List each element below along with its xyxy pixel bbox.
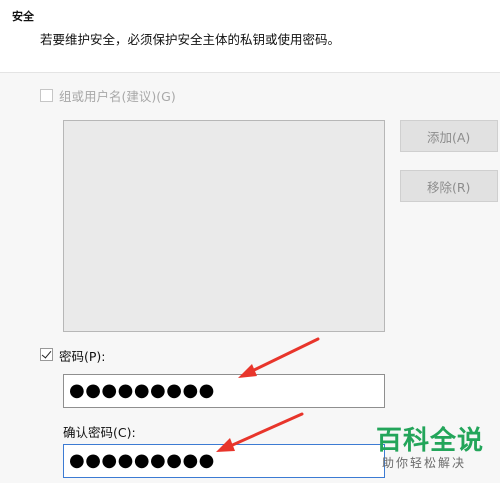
checkmark-icon [41, 348, 52, 359]
password-label: 密码(P): [59, 349, 106, 364]
section-title: 安全 [12, 10, 34, 23]
user-list-box[interactable] [63, 120, 385, 332]
password-field[interactable]: ●●●●●●●●● [63, 374, 385, 408]
confirm-password-label: 确认密码(C): [63, 425, 136, 440]
remove-button[interactable]: 移除(R) [400, 170, 498, 202]
security-description: 若要维护安全，必须保护安全主体的私钥或使用密码。 [40, 32, 341, 47]
group-option-label: 组或用户名(建议)(G) [59, 89, 176, 104]
add-button[interactable]: 添加(A) [400, 120, 498, 152]
watermark-subtitle: 助你轻松解决 [382, 456, 467, 470]
security-header: 安全 若要维护安全，必须保护安全主体的私钥或使用密码。 [0, 0, 500, 72]
password-checkbox[interactable] [40, 348, 53, 361]
watermark-title: 百科全说 [376, 426, 485, 456]
group-option-checkbox[interactable] [40, 89, 53, 102]
confirm-password-field[interactable]: ●●●●●●●●● [63, 444, 385, 478]
